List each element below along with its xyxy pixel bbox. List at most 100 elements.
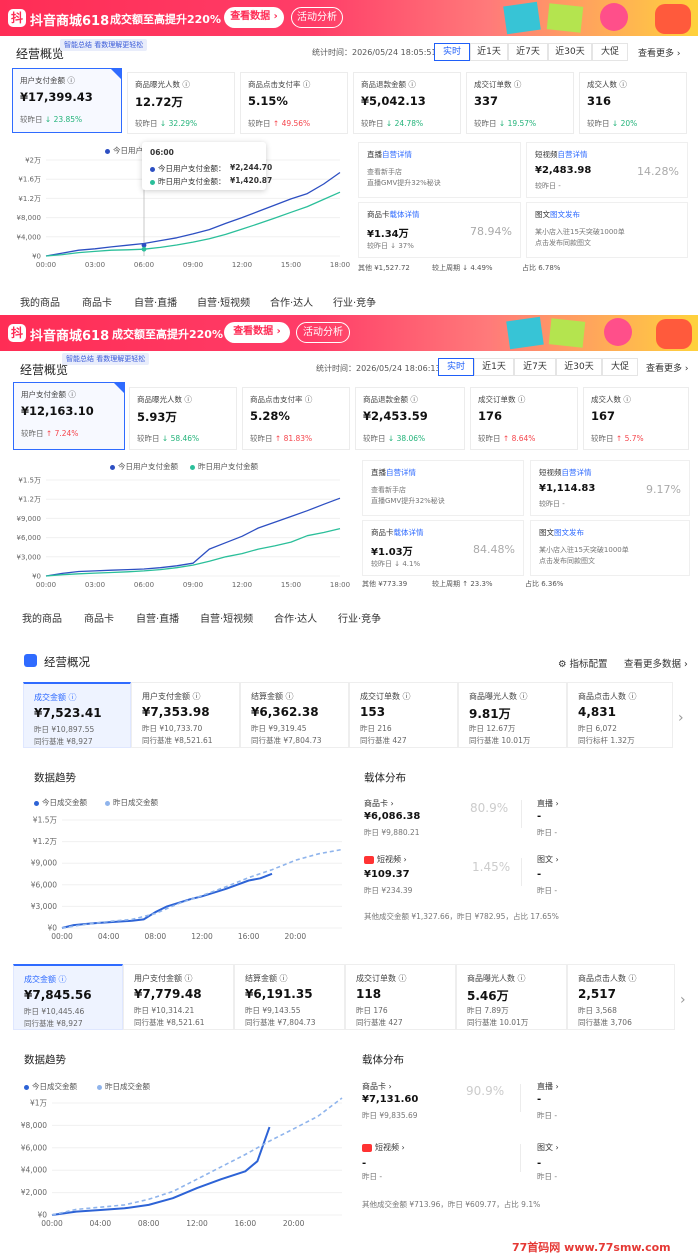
metric-card-buyers[interactable]: 成交人数 ⓘ 167 较昨日 ↑ 5.7%	[583, 387, 689, 450]
y-tick-label: ¥9,000	[31, 859, 57, 868]
series-line-today	[61, 872, 273, 929]
nav-coop-creator[interactable]: 合作·达人	[270, 294, 313, 309]
filter-realtime[interactable]: 实时	[434, 43, 470, 61]
chart-legend-yesterday[interactable]: 昨日成交金额	[97, 1081, 150, 1092]
dist-video-link[interactable]: 短视频 ›	[362, 1142, 405, 1153]
filter-promo[interactable]: 大促	[592, 43, 628, 61]
filter-30day[interactable]: 近30天	[556, 358, 602, 376]
nav-self-live[interactable]: 自营·直播	[136, 610, 179, 625]
metric-yesterday: 昨日 12.67万	[469, 724, 516, 733]
channel-card-image-text[interactable]: 图文图文发布 某小店入驻15天突破1000单 点击发布同款图文	[530, 520, 690, 576]
metric-card-exposure[interactable]: 商品曝光人数 ⓘ 5.46万 昨日 7.89万 同行基准 10.01万	[456, 964, 567, 1030]
filter-1day[interactable]: 近1天	[470, 43, 508, 61]
view-more-data-link[interactable]: 查看更多数据 ›	[624, 656, 688, 670]
filter-1day[interactable]: 近1天	[474, 358, 514, 376]
metric-card-click-pay-rate[interactable]: 商品点击支付率 ⓘ 5.28% 较昨日 ↑ 81.83%	[242, 387, 350, 450]
metric-yesterday: 昨日 ¥9,143.55	[245, 1006, 301, 1015]
chevron-right-icon[interactable]: ›	[678, 710, 684, 726]
metric-value: 118	[356, 987, 382, 1001]
nav-industry[interactable]: 行业·竞争	[338, 610, 381, 625]
channel-card-live[interactable]: 直播自营详情 查看新手店 直播GMV提升32%秘诀	[362, 460, 524, 516]
x-tick-label: 08:00	[138, 1219, 160, 1228]
metric-card-gmv[interactable]: 成交金额 ⓘ ¥7,523.41 昨日 ¥10,897.55 同行基准 ¥8,9…	[23, 682, 131, 748]
view-more-link[interactable]: 查看更多 ›	[646, 361, 688, 374]
metric-card-pay-amount[interactable]: 用户支付金额 ⓘ ¥17,399.43 较昨日 ↓ 23.85%	[12, 68, 122, 133]
metric-card-pay-amount[interactable]: 用户支付金额 ⓘ ¥7,353.98 昨日 ¥10,733.70 同行基准 ¥8…	[131, 682, 240, 748]
smart-summary-tag[interactable]: 智能总结 看数理解更轻松	[60, 39, 148, 51]
filter-promo[interactable]: 大促	[602, 358, 638, 376]
metric-card-refund[interactable]: 商品退款金额 ⓘ ¥2,453.59 较昨日 ↓ 38.06%	[355, 387, 465, 450]
dist-image-link[interactable]: 图文 ›	[537, 854, 559, 865]
metric-card-settlement[interactable]: 结算金额 ⓘ ¥6,362.38 昨日 ¥9,319.45 同行基准 ¥7,80…	[240, 682, 349, 748]
channel-card-product[interactable]: 商品卡载体详情 ¥1.34万 较昨日 ↓ 37% 78.94%	[358, 202, 521, 258]
metric-yesterday: 昨日 ¥10,314.21	[134, 1006, 195, 1015]
chevron-right-icon[interactable]: ›	[680, 992, 686, 1008]
smart-summary-tag[interactable]: 智能总结 看数理解更轻松	[62, 353, 150, 365]
nav-my-products[interactable]: 我的商品	[22, 610, 62, 625]
activity-analysis-button[interactable]: 活动分析	[291, 7, 343, 28]
series-line-today	[51, 1126, 271, 1216]
metric-value: ¥7,845.56	[24, 988, 92, 1002]
nav-my-products[interactable]: 我的商品	[20, 294, 60, 309]
metric-card-exposure[interactable]: 商品曝光人数 ⓘ 5.93万 较昨日 ↓ 58.46%	[129, 387, 237, 450]
metric-label: 成交订单数 ⓘ	[478, 395, 526, 404]
metric-card-refund[interactable]: 商品退款金额 ⓘ ¥5,042.13 较昨日 ↓ 24.78%	[353, 72, 461, 134]
metric-config-button[interactable]: ⚙ 指标配置	[558, 656, 608, 670]
channel-card-product[interactable]: 商品卡载体详情 ¥1.03万 较昨日 ↓ 4.1% 84.48%	[362, 520, 524, 576]
dist-live-link[interactable]: 直播 ›	[537, 798, 559, 809]
metric-card-orders[interactable]: 成交订单数 ⓘ 153 昨日 216 同行基准 427	[349, 682, 458, 748]
metric-card-orders[interactable]: 成交订单数 ⓘ 337 较昨日 ↓ 19.57%	[466, 72, 574, 134]
nav-product-card[interactable]: 商品卡	[84, 610, 114, 625]
dist-product-card-link[interactable]: 商品卡 ›	[364, 798, 394, 809]
metric-card-buyers[interactable]: 成交人数 ⓘ 316 较昨日 ↓ 20%	[579, 72, 687, 134]
dist-other: 其他成交金额 ¥713.96，昨日 ¥609.77，占比 9.1%	[362, 1200, 541, 1209]
nav-self-live[interactable]: 自营·直播	[134, 294, 177, 309]
metric-yesterday: 昨日 ¥10,897.55	[34, 725, 95, 734]
metric-card-gmv[interactable]: 成交金额 ⓘ ¥7,845.56 昨日 ¥10,445.46 同行基准 ¥8,9…	[13, 964, 123, 1030]
x-tick-label: 03:00	[85, 581, 105, 589]
view-more-link[interactable]: 查看更多 ›	[638, 46, 680, 59]
nav-industry[interactable]: 行业·竞争	[333, 294, 376, 309]
channel-card-live[interactable]: 直播自营详情 查看新手店 直播GMV提升32%秘诀	[358, 142, 521, 198]
metric-card-orders[interactable]: 成交订单数 ⓘ 176 较昨日 ↑ 8.64%	[470, 387, 578, 450]
chart-legend-today[interactable]: 今日成交金额	[34, 797, 87, 808]
activity-analysis-button[interactable]: 活动分析	[296, 322, 350, 343]
metric-card-pay-amount[interactable]: 用户支付金额 ⓘ ¥7,779.48 昨日 ¥10,314.21 同行基准 ¥8…	[123, 964, 234, 1030]
promo-mascot-icon	[656, 319, 692, 349]
metric-card-exposure[interactable]: 商品曝光人数 ⓘ 9.81万 昨日 12.67万 同行基准 10.01万	[458, 682, 567, 748]
nav-coop-creator[interactable]: 合作·达人	[274, 610, 317, 625]
chart-legend-yesterday[interactable]: 昨日成交金额	[105, 797, 158, 808]
metric-card-clicks[interactable]: 商品点击人数 ⓘ 2,517 昨日 3,568 同行基准 3,706	[567, 964, 675, 1030]
metric-card-pay-amount[interactable]: 用户支付金额 ⓘ ¥12,163.10 较昨日 ↑ 7.24%	[13, 382, 125, 450]
promo-banner: 抖 抖音商城618 成交额至高提升220% 查看数据 › 活动分析	[0, 315, 698, 351]
chart-legend-today[interactable]: 今日成交金额	[24, 1081, 77, 1092]
filter-realtime[interactable]: 实时	[438, 358, 474, 376]
filter-7day[interactable]: 近7天	[508, 43, 548, 61]
nav-self-video[interactable]: 自营·短视频	[200, 610, 253, 625]
dist-product-card-link[interactable]: 商品卡 ›	[362, 1081, 392, 1092]
dist-other: 其他成交金额 ¥1,327.66，昨日 ¥782.95，占比 17.65%	[364, 912, 559, 921]
nav-self-video[interactable]: 自营·短视频	[197, 294, 250, 309]
metric-compare: 较昨日 ↑ 7.24%	[21, 429, 79, 438]
metric-card-exposure[interactable]: 商品曝光人数 ⓘ 12.72万 较昨日 ↓ 32.29%	[127, 72, 235, 134]
metric-label: 商品点击支付率 ⓘ	[248, 80, 311, 89]
panel-douyin-realtime-2: 抖 抖音商城618 成交额至高提升220% 查看数据 › 活动分析 经营概览 智…	[0, 315, 698, 635]
metric-label: 结算金额 ⓘ	[245, 974, 288, 983]
metric-card-click-pay-rate[interactable]: 商品点击支付率 ⓘ 5.15% 较昨日 ↑ 49.56%	[240, 72, 348, 134]
view-data-button[interactable]: 查看数据 ›	[224, 322, 290, 343]
metric-card-orders[interactable]: 成交订单数 ⓘ 118 昨日 176 同行基准 427	[345, 964, 456, 1030]
metric-card-settlement[interactable]: 结算金额 ⓘ ¥6,191.35 昨日 ¥9,143.55 同行基准 ¥7,80…	[234, 964, 345, 1030]
dist-live-link[interactable]: 直播 ›	[537, 1081, 559, 1092]
filter-30day[interactable]: 近30天	[548, 43, 592, 61]
x-tick-label: 18:00	[330, 261, 350, 269]
dist-image-yesterday: 昨日 -	[537, 1172, 558, 1181]
channel-card-video[interactable]: 短视频自营详情 ¥1,114.83 较昨日 - 9.17%	[530, 460, 690, 516]
metric-card-clicks[interactable]: 商品点击人数 ⓘ 4,831 昨日 6,072 同行标杆 1.32万	[567, 682, 673, 748]
view-data-button[interactable]: 查看数据 ›	[224, 7, 284, 28]
channel-card-video[interactable]: 短视频自营详情 ¥2,483.98 较昨日 - 14.28%	[526, 142, 688, 198]
dist-image-link[interactable]: 图文 ›	[537, 1142, 559, 1153]
nav-product-card[interactable]: 商品卡	[82, 294, 112, 309]
filter-7day[interactable]: 近7天	[514, 358, 556, 376]
channel-card-image-text[interactable]: 图文图文发布 某小店入驻15天突破1000单 点击发布同款图文	[526, 202, 688, 258]
dist-video-link[interactable]: 短视频 ›	[364, 854, 407, 865]
